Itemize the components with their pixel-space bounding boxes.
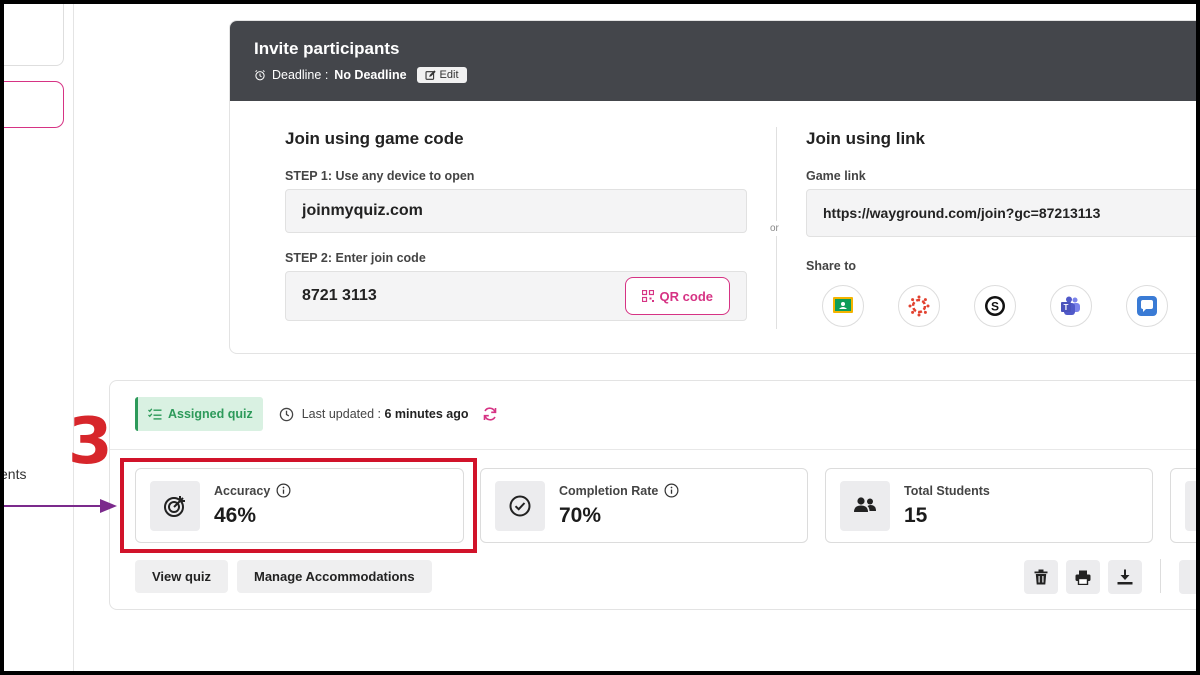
- share-row: S T: [822, 285, 1200, 327]
- teams-icon: T: [1061, 296, 1080, 315]
- checklist-icon: [148, 408, 162, 420]
- share-canvas-button[interactable]: [898, 285, 940, 327]
- check-circle-icon: [509, 495, 531, 516]
- manage-accommodations-button[interactable]: Manage Accommodations: [237, 560, 432, 593]
- completion-rate-value: 70%: [559, 504, 602, 527]
- step2-label: STEP 2: Enter join code: [285, 251, 426, 265]
- completion-rate-label: Completion Rate: [559, 483, 659, 498]
- invite-header: Invite participants Deadline : No Deadli…: [230, 21, 1200, 101]
- join-code-value: 8721 3113: [302, 287, 377, 304]
- more-action-button[interactable]: [1179, 560, 1199, 594]
- total-students-label: Total Students: [904, 483, 990, 498]
- share-to-label: Share to: [806, 259, 857, 273]
- share-teams-button[interactable]: T: [1050, 285, 1092, 327]
- assigned-quiz-label: Assigned quiz: [168, 407, 253, 421]
- qr-label: QR code: [659, 288, 713, 304]
- share-google-classroom-button[interactable]: [822, 285, 864, 327]
- total-students-card[interactable]: Total Students 15: [825, 468, 1153, 543]
- edit-icon: [425, 69, 436, 80]
- annotation-step-number: 3: [68, 405, 113, 479]
- trash-icon: [1034, 569, 1048, 585]
- download-icon: [1117, 569, 1133, 585]
- alarm-clock-icon: [255, 70, 265, 81]
- completion-icon-box: [495, 480, 545, 531]
- download-button[interactable]: [1108, 560, 1142, 594]
- join-code-section: Join using game code STEP 1: Use any dev…: [285, 129, 747, 321]
- info-icon[interactable]: [664, 483, 679, 498]
- svg-text:T: T: [1064, 303, 1069, 312]
- report-divider: [110, 449, 1200, 450]
- step1-label: STEP 1: Use any device to open: [285, 169, 475, 183]
- annotation-highlight-box: [120, 458, 477, 553]
- remind-icon: [1137, 296, 1157, 316]
- join-code-title: Join using game code: [285, 129, 464, 148]
- join-site-field[interactable]: joinmyquiz.com: [285, 189, 747, 233]
- share-remind-button[interactable]: [1126, 285, 1168, 327]
- deadline-value: No Deadline: [334, 68, 407, 82]
- next-stat-icon-box: [1185, 480, 1200, 531]
- deadline-label: Deadline :: [272, 68, 329, 82]
- google-classroom-icon: [833, 297, 853, 313]
- or-label: or: [770, 221, 779, 236]
- students-icon-box: [840, 480, 890, 531]
- deadline-row: Deadline : No Deadline Edit: [254, 67, 1194, 83]
- refresh-icon[interactable]: [482, 406, 498, 422]
- edit-label: Edit: [439, 69, 459, 81]
- join-link-title: Join using link: [806, 129, 926, 148]
- users-icon: [854, 496, 876, 512]
- assigned-quiz-badge: Assigned quiz: [135, 397, 263, 431]
- report-header: Assigned quiz Last updated : 6 minutes a…: [135, 397, 498, 431]
- invite-title: Invite participants: [254, 39, 400, 58]
- canvas-icon: [908, 295, 930, 317]
- sidebar-item-label[interactable]: ents: [0, 466, 26, 482]
- join-link-section: Join using link Game link https://waygro…: [806, 129, 1200, 327]
- game-link-label: Game link: [806, 169, 866, 183]
- next-stat-card[interactable]: [1170, 468, 1200, 543]
- svg-text:S: S: [991, 300, 999, 314]
- completion-rate-card[interactable]: Completion Rate 70%: [480, 468, 808, 543]
- action-divider: [1160, 559, 1161, 593]
- schoology-icon: S: [985, 296, 1005, 316]
- annotation-arrow-icon: [0, 499, 117, 513]
- left-sidebar: ents: [0, 0, 74, 675]
- clock-icon: [279, 407, 293, 421]
- report-actions: View quiz Manage Accommodations: [135, 560, 432, 593]
- share-schoology-button[interactable]: S: [974, 285, 1016, 327]
- view-quiz-button[interactable]: View quiz: [135, 560, 228, 593]
- print-button[interactable]: [1066, 560, 1100, 594]
- qr-code-button[interactable]: QR code: [624, 277, 730, 315]
- last-updated-value: 6 minutes ago: [384, 407, 469, 421]
- sidebar-item-top[interactable]: [0, 0, 64, 66]
- game-link-field[interactable]: https://wayground.com/join?gc=87213113: [806, 189, 1200, 237]
- join-code-field[interactable]: 8721 3113 QR code: [285, 271, 747, 321]
- invite-participants-panel: Invite participants Deadline : No Deadli…: [229, 20, 1200, 354]
- print-icon: [1075, 570, 1091, 585]
- total-students-value: 15: [904, 503, 928, 527]
- delete-button[interactable]: [1024, 560, 1058, 594]
- edit-deadline-button[interactable]: Edit: [416, 67, 467, 83]
- last-updated: Last updated : 6 minutes ago: [279, 406, 499, 422]
- sidebar-item-active[interactable]: [0, 81, 64, 128]
- qr-icon: [641, 290, 654, 302]
- last-updated-label: Last updated :: [301, 407, 385, 421]
